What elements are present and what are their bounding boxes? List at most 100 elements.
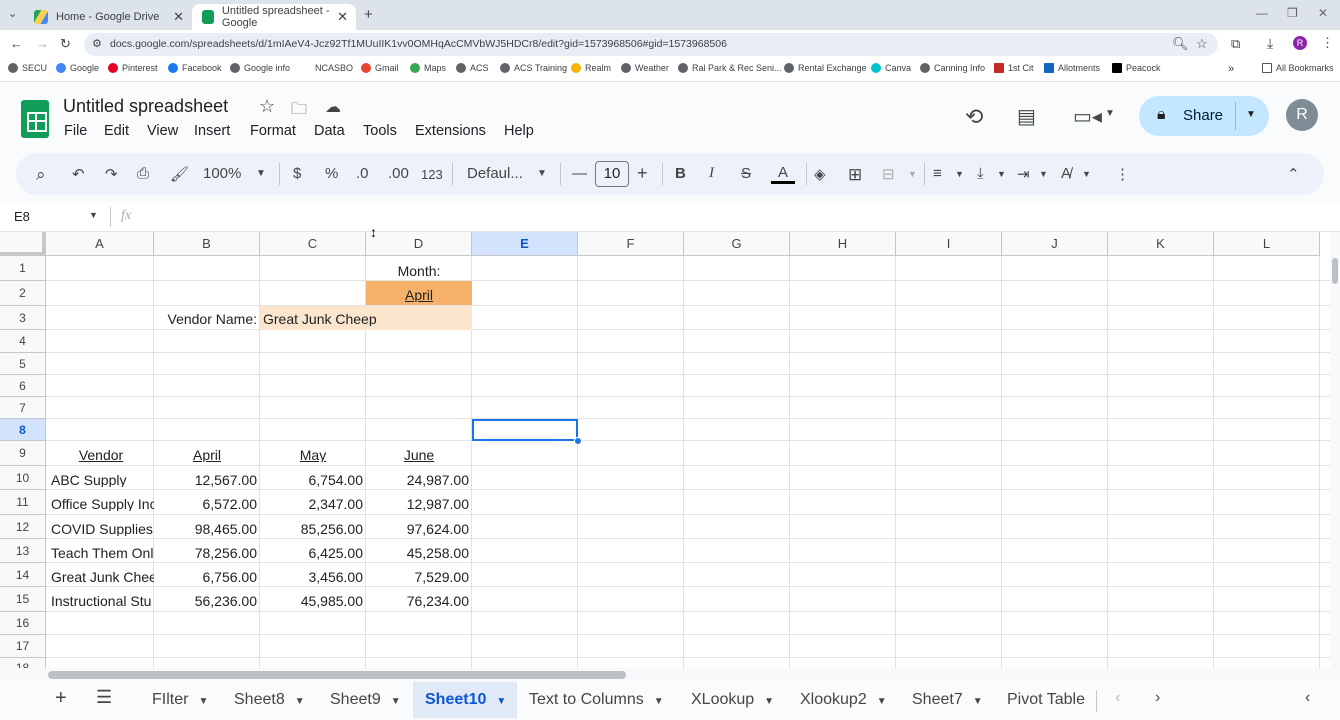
name-box-dropdown-icon[interactable]: ▼: [89, 210, 98, 220]
menu-help[interactable]: Help: [504, 123, 534, 139]
cell-C3[interactable]: Great Junk Cheep: [260, 312, 400, 326]
formula-input[interactable]: [150, 209, 1310, 225]
menu-format[interactable]: Format: [250, 123, 296, 139]
row-header-15[interactable]: 15: [0, 587, 46, 612]
sheet-tab-xlookup[interactable]: XLookup ▼: [679, 682, 786, 718]
data-cell[interactable]: Office Supply Inc: [48, 497, 154, 511]
row-header-2[interactable]: 2: [0, 281, 46, 306]
header-april[interactable]: April: [154, 448, 260, 462]
font-size-input[interactable]: 10: [595, 161, 629, 187]
share-button[interactable]: 🔒︎ Share ▼: [1139, 96, 1269, 136]
data-cell[interactable]: 6,756.00: [156, 570, 260, 584]
decrease-decimal-button[interactable]: .0: [356, 165, 369, 182]
row-header-11[interactable]: 11: [0, 490, 46, 515]
vertical-scroll-thumb[interactable]: [1332, 258, 1338, 284]
horizontal-scrollbar[interactable]: [0, 668, 1340, 682]
forward-icon[interactable]: →: [36, 36, 49, 51]
data-cell[interactable]: 6,425.00: [262, 546, 366, 560]
document-title[interactable]: Untitled spreadsheet: [63, 96, 228, 117]
account-avatar[interactable]: R: [1286, 99, 1318, 131]
reload-icon[interactable]: ↻: [60, 36, 71, 52]
data-cell[interactable]: 56,236.00: [156, 594, 260, 608]
data-cell[interactable]: 97,624.00: [368, 522, 472, 536]
share-dropdown-icon[interactable]: ▼: [1246, 109, 1256, 120]
redo-icon[interactable]: ↷: [105, 165, 118, 183]
collapse-menus-icon[interactable]: ⌃: [1287, 165, 1300, 183]
rotation-dropdown-icon[interactable]: ▼: [1082, 169, 1091, 179]
bookmark-item[interactable]: ACS: [456, 63, 489, 73]
data-cell[interactable]: Great Junk Chee: [48, 570, 154, 584]
row-header-4[interactable]: 4: [0, 330, 46, 353]
sheet-tab-xlookup2[interactable]: Xlookup2 ▼: [788, 682, 899, 718]
close-window-icon[interactable]: ✕: [1318, 6, 1328, 20]
bookmark-item[interactable]: Gmail: [361, 63, 399, 73]
sheet-tab-sheet9[interactable]: Sheet9 ▼: [318, 682, 413, 718]
active-cell-selection[interactable]: [472, 419, 578, 441]
column-header-D[interactable]: D: [366, 232, 472, 256]
column-header-J[interactable]: J: [1002, 232, 1108, 256]
column-header-F[interactable]: F: [578, 232, 684, 256]
tab-list-icon[interactable]: ⌄: [8, 7, 17, 20]
data-cell[interactable]: COVID Supplies F: [48, 522, 154, 536]
bookmark-item[interactable]: Maps: [410, 63, 446, 73]
header-vendor[interactable]: Vendor: [48, 448, 154, 462]
text-rotation-icon[interactable]: A̸: [1061, 165, 1071, 182]
data-cell[interactable]: 2,347.00: [262, 497, 366, 511]
bookmark-item[interactable]: Allotments: [1044, 63, 1100, 73]
more-formats-button[interactable]: 123: [421, 167, 443, 182]
restore-icon[interactable]: ❐: [1287, 6, 1298, 20]
row-header-18[interactable]: 18: [0, 658, 46, 668]
all-bookmarks[interactable]: All Bookmarks: [1262, 63, 1334, 73]
scroll-tabs-left-icon[interactable]: ‹: [1115, 689, 1120, 707]
borders-icon[interactable]: ⊞: [848, 165, 862, 185]
sheet-tab-pivot-table[interactable]: Pivot Table: [995, 682, 1097, 718]
browser-menu-icon[interactable]: ⋮: [1321, 35, 1334, 51]
extensions-icon[interactable]: ⧉: [1231, 36, 1240, 52]
bookmark-item[interactable]: Realm: [571, 63, 611, 73]
paint-format-icon[interactable]: 🖌︎: [170, 165, 189, 183]
data-cell[interactable]: 7,529.00: [368, 570, 472, 584]
undo-icon[interactable]: ↶: [72, 165, 85, 183]
meet-icon[interactable]: ▭◂: [1073, 104, 1102, 129]
data-cell[interactable]: 85,256.00: [262, 522, 366, 536]
strikethrough-button[interactable]: S: [741, 165, 751, 182]
cell-D1[interactable]: Month:: [366, 264, 472, 278]
wrap-dropdown-icon[interactable]: ▼: [1039, 169, 1048, 179]
column-header-C[interactable]: C: [260, 232, 366, 256]
bookmark-item[interactable]: Weather: [621, 63, 669, 73]
increase-font-size-icon[interactable]: +: [637, 163, 648, 184]
close-tab-icon[interactable]: ✕: [173, 9, 184, 25]
row-header-17[interactable]: 17: [0, 635, 46, 658]
menu-file[interactable]: File: [64, 123, 87, 139]
bookmark-item[interactable]: Peacock: [1112, 63, 1161, 73]
merge-cells-icon[interactable]: ⊟: [882, 165, 895, 183]
bookmark-item[interactable]: Canva: [871, 63, 911, 73]
side-panel-toggle-icon[interactable]: ‹: [1305, 689, 1310, 707]
menu-data[interactable]: Data: [314, 123, 345, 139]
spreadsheet-grid[interactable]: ABCDEFGHIJKL 1 2 3 4 5 6 7 8 9 10 11 12 13 14 15 16 17 18…: [0, 232, 1330, 668]
data-cell[interactable]: 12,567.00: [156, 473, 260, 487]
currency-format-button[interactable]: $: [293, 165, 301, 182]
font-dropdown-icon[interactable]: ▼: [537, 168, 547, 179]
column-header-L[interactable]: L: [1214, 232, 1320, 256]
vertical-align-icon[interactable]: ⤓: [977, 165, 984, 182]
data-cell[interactable]: 12,987.00: [368, 497, 472, 511]
minimize-icon[interactable]: —: [1256, 6, 1268, 20]
menu-tools[interactable]: Tools: [363, 123, 397, 139]
row-header-3[interactable]: 3: [0, 306, 46, 330]
bookmark-item[interactable]: Ral Park & Rec Seni...: [678, 63, 782, 73]
bookmark-item[interactable]: Facebook: [168, 63, 222, 73]
row-header-6[interactable]: 6: [0, 375, 46, 397]
horizontal-scroll-thumb[interactable]: [48, 671, 626, 679]
column-header-I[interactable]: I: [896, 232, 1002, 256]
back-icon[interactable]: ←: [10, 36, 23, 51]
decrease-font-size-icon[interactable]: —: [572, 165, 587, 182]
comments-icon[interactable]: ▤: [1017, 104, 1036, 129]
bookmark-item[interactable]: 1st Cit: [994, 63, 1034, 73]
more-options-icon[interactable]: ⋮: [1115, 165, 1130, 183]
menu-view[interactable]: View: [147, 123, 178, 139]
zoom-dropdown-icon[interactable]: ▼: [256, 168, 266, 179]
more-bookmarks-icon[interactable]: »: [1228, 63, 1234, 75]
data-cell[interactable]: 24,987.00: [368, 473, 472, 487]
sheet-tab-text-to-columns[interactable]: Text to Columns ▼: [517, 682, 676, 718]
